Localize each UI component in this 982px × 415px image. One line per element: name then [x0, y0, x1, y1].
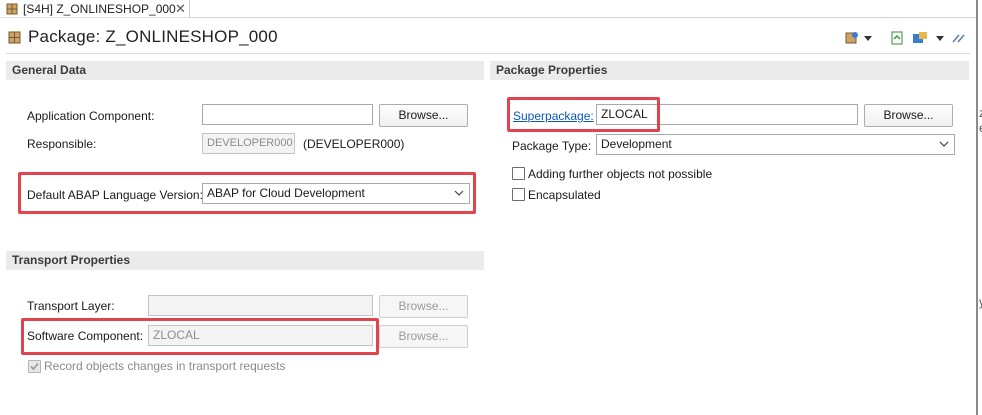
- package-settings-icon[interactable]: [845, 31, 859, 45]
- application-component-label: Application Component:: [27, 109, 155, 123]
- transport-layer-input[interactable]: [148, 295, 373, 316]
- tab-title: [S4H] Z_ONLINESHOP_000: [23, 1, 176, 16]
- export-icon[interactable]: [891, 31, 903, 45]
- checkmark-icon: [30, 362, 39, 371]
- editor-tab[interactable]: [S4H] Z_ONLINESHOP_000 ✕: [0, 0, 190, 18]
- editor-tab-bar: [S4H] Z_ONLINESHOP_000 ✕: [0, 0, 982, 18]
- page-title: Package: Z_ONLINESHOP_000: [28, 27, 278, 46]
- transport-properties-header: Transport Properties: [6, 251, 484, 270]
- editor-border: [976, 0, 978, 415]
- transport-icon[interactable]: [912, 31, 928, 45]
- editor-header: Package: Z_ONLINESHOP_000: [0, 19, 976, 54]
- selected-value: Development: [601, 137, 672, 151]
- package-type-select[interactable]: Development: [596, 134, 955, 155]
- software-component-browse-button[interactable]: Browse...: [379, 325, 468, 348]
- adding-further-objects-label: Adding further objects not possible: [528, 167, 713, 181]
- link-icon[interactable]: [951, 32, 967, 44]
- chevron-down-icon: [939, 141, 949, 147]
- package-icon: [8, 31, 21, 44]
- header-separator: [6, 53, 970, 54]
- package-type-label: Package Type:: [512, 139, 592, 153]
- adding-further-objects-checkbox[interactable]: [512, 167, 525, 180]
- responsible-input[interactable]: DEVELOPER000: [202, 133, 295, 154]
- package-icon: [6, 3, 18, 14]
- responsible-display-name: (DEVELOPER000): [303, 137, 405, 151]
- application-component-browse-button[interactable]: Browse...: [379, 104, 468, 127]
- close-icon[interactable]: ✕: [175, 1, 186, 17]
- transport-layer-label: Transport Layer:: [27, 299, 115, 313]
- package-properties-header: Package Properties: [490, 61, 969, 80]
- tab-divider: [190, 17, 976, 18]
- transport-layer-browse-button[interactable]: Browse...: [379, 295, 468, 318]
- record-objects-checkbox[interactable]: [28, 360, 41, 373]
- responsible-label: Responsible:: [27, 137, 97, 151]
- dropdown-icon[interactable]: [864, 36, 872, 42]
- application-component-input[interactable]: [202, 104, 373, 125]
- superpackage-browse-button[interactable]: Browse...: [864, 104, 953, 127]
- record-objects-label: Record objects changes in transport requ…: [44, 359, 286, 373]
- highlight-box: [507, 97, 660, 132]
- encapsulated-label: Encapsulated: [528, 188, 601, 202]
- encapsulated-checkbox[interactable]: [512, 188, 525, 201]
- general-data-header: General Data: [6, 61, 484, 80]
- highlight-box: [21, 318, 379, 355]
- dropdown-icon[interactable]: [936, 36, 944, 42]
- highlight-box: [18, 172, 476, 214]
